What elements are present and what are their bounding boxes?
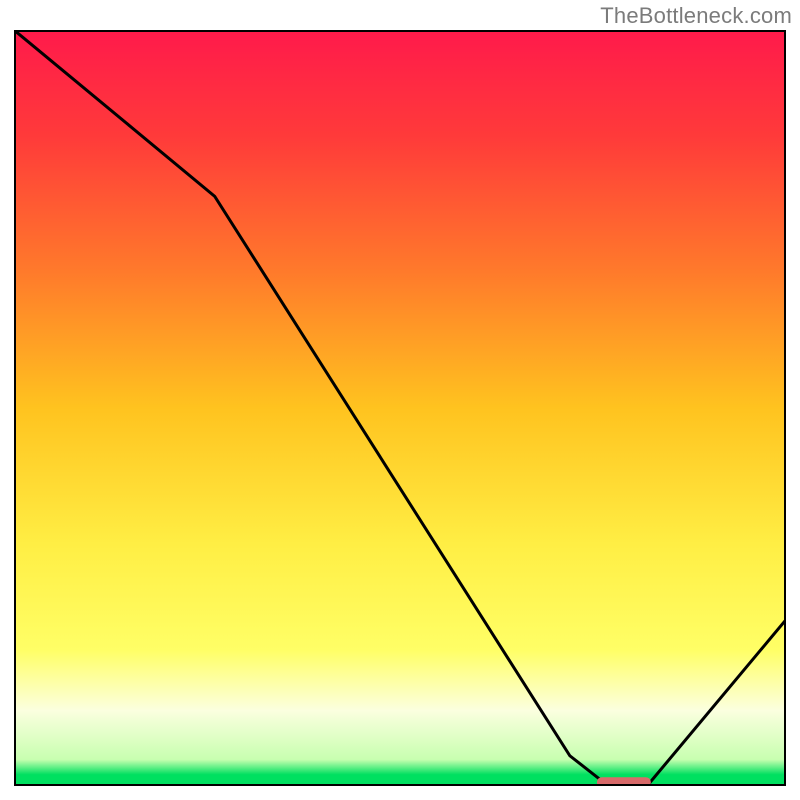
gradient-background (14, 30, 786, 786)
attribution-label: TheBottleneck.com (600, 3, 792, 29)
chart-svg (14, 30, 786, 786)
chart-frame: TheBottleneck.com (0, 0, 800, 800)
plot-area (14, 30, 786, 786)
